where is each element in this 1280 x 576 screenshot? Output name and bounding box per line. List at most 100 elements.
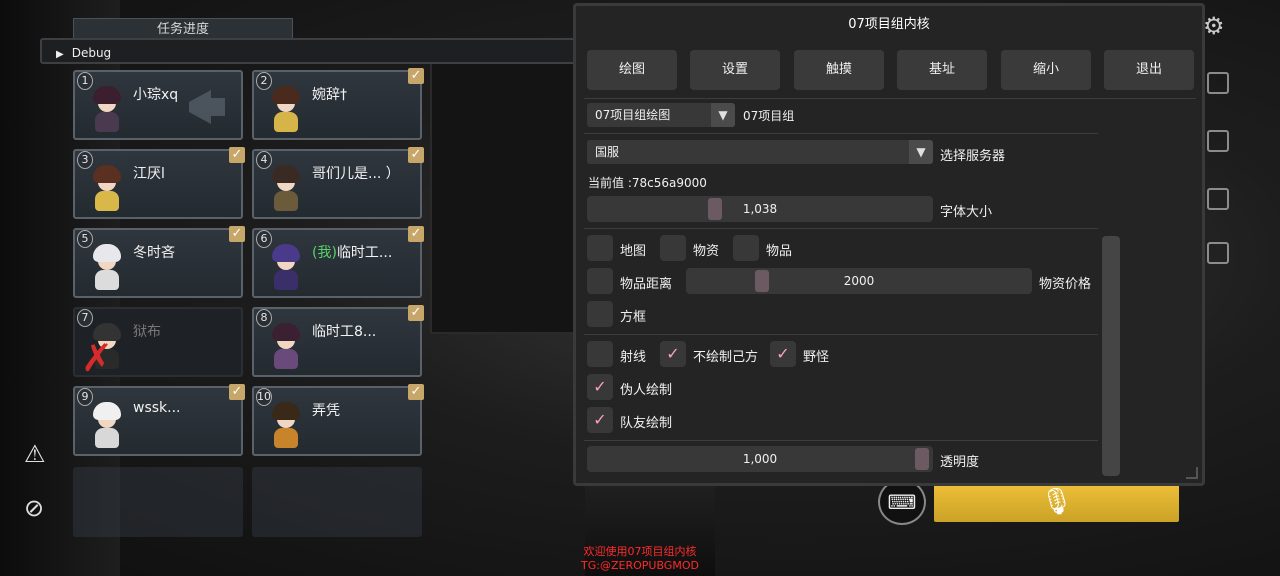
resize-grip-icon[interactable]	[1186, 467, 1198, 479]
avatar	[89, 400, 125, 448]
item-checkbox[interactable]	[733, 235, 759, 261]
player-number: 7	[77, 309, 93, 327]
side-tool-icon[interactable]	[1207, 72, 1229, 94]
monster-checkbox[interactable]: ✓	[770, 341, 796, 367]
megaphone-icon	[189, 90, 225, 124]
player-name: 狱布	[133, 324, 161, 340]
expand-icon[interactable]	[1207, 242, 1229, 264]
fake-human-label: 伪人绘制	[620, 383, 673, 398]
map-checkbox[interactable]	[587, 235, 613, 261]
avatar-hair	[272, 165, 300, 183]
settings-button[interactable]: 设置	[690, 50, 780, 90]
avatar	[89, 242, 125, 290]
side-tool-icon[interactable]	[1207, 188, 1229, 210]
no-self-checkbox[interactable]: ✓	[660, 341, 686, 367]
avatar-body	[95, 428, 119, 448]
block-icon[interactable]: ⊘	[24, 494, 44, 522]
player-card[interactable]: 5 冬时吝 ✓	[73, 226, 245, 298]
player-number: 9	[77, 388, 93, 406]
player-card[interactable]: 2 婉辞† ✓	[252, 68, 424, 140]
box-checkbox[interactable]	[587, 301, 613, 327]
avatar	[268, 321, 304, 369]
exit-button[interactable]: 退出	[1104, 50, 1194, 90]
gear-icon[interactable]: ⚙	[1203, 12, 1225, 40]
avatar-hair	[93, 86, 121, 104]
collapse-triangle-icon[interactable]: ▶	[56, 42, 64, 68]
box-label: 方框	[620, 310, 647, 325]
player-card[interactable]: 1 小琮xq	[73, 70, 243, 140]
server-select[interactable]: 国服 ▼	[587, 140, 933, 164]
font-size-value: 1,038	[742, 202, 778, 216]
player-number: 5	[77, 230, 93, 248]
base-address-button[interactable]: 基址	[897, 50, 987, 90]
checkmark-icon: ✓	[229, 384, 245, 400]
avatar-hair	[93, 244, 121, 262]
avatar-body	[274, 191, 298, 211]
divider	[584, 334, 1098, 335]
font-size-label: 字体大小	[940, 205, 993, 220]
player-card[interactable]: 6 (我)临时工... ✓	[252, 226, 424, 298]
avatar-body	[274, 112, 298, 132]
chevron-down-icon: ▼	[711, 103, 735, 127]
avatar-hair	[93, 402, 121, 420]
avatar-body	[274, 270, 298, 290]
avatar-hair	[272, 244, 300, 262]
checkmark-icon: ✓	[229, 147, 245, 163]
player-name: 婉辞†	[312, 87, 347, 103]
microphone-icon: 🎙	[1039, 487, 1073, 517]
player-card[interactable]: 4 哥们儿是... ） ✓	[252, 147, 424, 219]
opacity-slider[interactable]: 1,000	[587, 446, 933, 472]
player-number: 10	[256, 388, 272, 406]
checkmark-icon: ✓	[408, 226, 424, 242]
avatar	[268, 242, 304, 290]
eliminated-x-icon: ✗	[81, 336, 113, 380]
no-self-label: 不绘制己方	[693, 350, 759, 365]
font-size-slider[interactable]: 1,038	[587, 196, 933, 222]
player-name: 哥们儿是... ）	[312, 166, 400, 182]
player-card[interactable]: 9 wssk... ✓	[73, 384, 245, 456]
side-tool-icon[interactable]	[1207, 130, 1229, 152]
cheat-menu-window[interactable]: 07项目组内核 绘图 设置 触摸 基址 缩小 退出 07项目组绘图 ▼ 07项目组…	[573, 3, 1205, 486]
player-card[interactable]: 8 临时工8... ✓	[252, 305, 424, 377]
item-distance-slider[interactable]: 2000	[686, 268, 1032, 294]
draw-mode-select[interactable]: 07项目组绘图 ▼	[587, 103, 735, 127]
player-card[interactable]: 10 弄凭 ✓	[252, 384, 424, 456]
player-number: 2	[256, 72, 272, 90]
divider	[584, 133, 1098, 134]
welcome-text: 欢迎使用07项目组内核	[583, 545, 697, 558]
player-number: 6	[256, 230, 272, 248]
avatar-body	[274, 349, 298, 369]
voice-button[interactable]: 🎙	[934, 482, 1179, 522]
player-name: 弄凭	[312, 403, 340, 419]
draw-button[interactable]: 绘图	[587, 50, 677, 90]
warning-icon[interactable]: ⚠	[24, 440, 46, 468]
player-card[interactable]: 7 狱布 ✗	[73, 307, 243, 377]
empty-slot	[252, 467, 422, 537]
avatar	[268, 163, 304, 211]
ray-checkbox[interactable]	[587, 341, 613, 367]
player-number: 4	[256, 151, 272, 169]
empty-slot	[73, 467, 243, 537]
avatar-body	[95, 112, 119, 132]
item-distance-value: 2000	[843, 274, 875, 288]
self-marker: (我)	[312, 245, 337, 261]
player-number: 8	[256, 309, 272, 327]
supply-checkbox[interactable]	[660, 235, 686, 261]
avatar	[268, 400, 304, 448]
supply-price-label: 物资价格	[1039, 277, 1092, 292]
supply-label: 物资	[693, 244, 720, 259]
avatar	[89, 163, 125, 211]
player-name: 冬时吝	[133, 245, 175, 261]
minimize-button[interactable]: 缩小	[1001, 50, 1091, 90]
touch-button[interactable]: 触摸	[794, 50, 884, 90]
item-distance-checkbox[interactable]	[587, 268, 613, 294]
menu-title[interactable]: 07项目组内核	[576, 6, 1202, 44]
menu-scrollbar[interactable]	[1102, 236, 1120, 476]
teammate-checkbox[interactable]: ✓	[587, 407, 613, 433]
opacity-value: 1,000	[742, 452, 778, 466]
map-label: 地图	[620, 244, 647, 259]
fake-human-checkbox[interactable]: ✓	[587, 374, 613, 400]
player-card[interactable]: 3 江厌l ✓	[73, 147, 245, 219]
debug-window-header[interactable]: ▶ Debug	[40, 38, 580, 64]
avatar-hair	[93, 165, 121, 183]
